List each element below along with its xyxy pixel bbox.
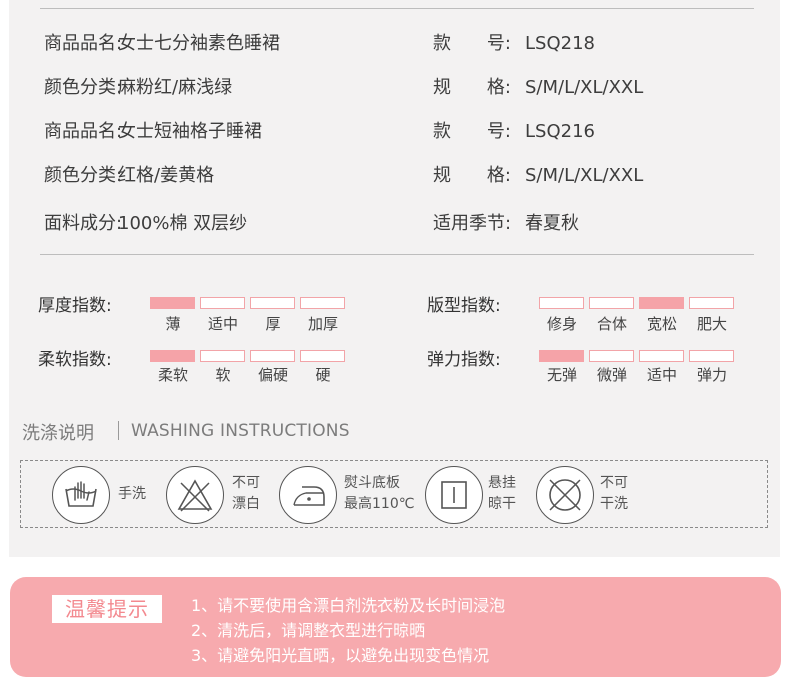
- no-bleach-icon: [166, 466, 224, 524]
- rating-bar: [250, 350, 295, 362]
- rating-option-label: 合体: [596, 315, 627, 333]
- rating-bar: [150, 297, 195, 309]
- spec-value: 100%棉 双层纱: [118, 213, 248, 234]
- wash-text-line-2: 干洗: [600, 496, 628, 512]
- top-divider: [40, 8, 754, 9]
- rating-bar: [200, 297, 245, 309]
- spec-key: 颜色分类:: [44, 165, 123, 186]
- wash-text: 悬挂 晾干: [488, 473, 516, 515]
- rating-option-label: 厚: [265, 315, 281, 333]
- spec-value: 女士七分袖素色睡裙: [118, 33, 280, 54]
- rating-bar: [539, 297, 584, 309]
- index-label: 厚度指数:: [38, 296, 112, 316]
- spec-value: S/M/L/XL/XXL: [525, 165, 644, 186]
- spec-row-4-right: 规 格: S/M/L/XL/XXL: [433, 165, 643, 187]
- spec-key-a: 款: [433, 33, 451, 54]
- spec-value: 红格/姜黄格: [118, 165, 215, 186]
- rating-bar: [539, 350, 584, 362]
- tip-line-3: 3、请避免阳光直晒，以避免出现变色情况: [191, 646, 490, 665]
- rating-option-label: 硬: [315, 366, 331, 384]
- spec-key: 商品品名:: [44, 33, 123, 54]
- washing-title-en: WASHING INSTRUCTIONS: [131, 421, 350, 441]
- spec-key-a: 款: [433, 121, 451, 142]
- spec-key-a: 规: [433, 165, 451, 186]
- wash-text: 手洗: [118, 486, 146, 502]
- spec-key: 面料成分:: [44, 213, 123, 234]
- spec-key: 颜色分类:: [44, 77, 123, 98]
- wash-text: 不可 干洗: [600, 473, 628, 515]
- wash-text-line-1: 悬挂: [488, 475, 516, 491]
- hand-wash-icon: [52, 466, 110, 524]
- spec-value: 女士短袖格子睡裙: [118, 121, 262, 142]
- tips-title: 温馨提示: [52, 595, 162, 623]
- spec-value: LSQ216: [525, 121, 595, 142]
- rating-option-label: 宽松: [646, 315, 677, 333]
- spec-value: 麻粉红/麻浅绿: [118, 77, 233, 98]
- wash-text-line-2: 漂白: [232, 496, 260, 512]
- spec-row-1-left: 商品品名:女士七分袖素色睡裙: [44, 33, 280, 55]
- no-dry-clean-icon: [536, 466, 594, 524]
- index-label: 版型指数:: [427, 296, 501, 316]
- rating-bar: [689, 297, 734, 309]
- rating-option-label: 修身: [546, 315, 577, 333]
- rating-option-label: 偏硬: [257, 366, 288, 384]
- spec-row-3-left: 商品品名:女士短袖格子睡裙: [44, 121, 262, 143]
- rating-option-label: 弹力: [696, 366, 727, 384]
- spec-row-2-left: 颜色分类:麻粉红/麻浅绿: [44, 77, 232, 99]
- hang-dry-icon: [425, 466, 483, 524]
- iron-icon: [279, 466, 337, 524]
- washing-title: 洗涤说明: [22, 423, 94, 444]
- rating-bar: [589, 297, 634, 309]
- tip-line-1: 1、请不要使用含漂白剂洗衣粉及长时间浸泡: [191, 596, 506, 615]
- rating-option-label: 微弹: [596, 366, 627, 384]
- wash-text-line-2: 最高110℃: [344, 496, 415, 512]
- wash-text-line-1: 不可: [232, 475, 260, 491]
- mid-divider: [40, 254, 754, 255]
- spec-key-b: 号:: [486, 33, 511, 54]
- rating-option-label: 适中: [207, 315, 238, 333]
- spec-key-a: 规: [433, 77, 451, 98]
- spec-row-3-right: 款 号: LSQ216: [433, 121, 595, 143]
- spec-key-b: 格:: [486, 165, 511, 186]
- spec-value: S/M/L/XL/XXL: [525, 77, 644, 98]
- spec-value: LSQ218: [525, 33, 595, 54]
- spec-key: 适用季节:: [433, 213, 512, 234]
- wash-text-line-2: 晾干: [488, 496, 516, 512]
- spec-row-1-right: 款 号: LSQ218: [433, 33, 595, 55]
- spec-key-b: 格:: [486, 77, 511, 98]
- rating-bar: [639, 297, 684, 309]
- spec-value: 春夏秋: [525, 213, 579, 234]
- wash-text: 不可 漂白: [232, 473, 260, 515]
- spec-row-5-left: 面料成分:100%棉 双层纱: [44, 213, 247, 235]
- rating-option-label: 肥大: [696, 315, 727, 333]
- tip-line-2: 2、清洗后，请调整衣型进行晾晒: [191, 621, 426, 640]
- spec-row-2-right: 规 格: S/M/L/XL/XXL: [433, 77, 643, 99]
- rating-option-label: 无弹: [546, 366, 577, 384]
- spec-key: 商品品名:: [44, 121, 123, 142]
- rating-option-label: 软: [215, 366, 231, 384]
- spec-row-4-left: 颜色分类:红格/姜黄格: [44, 165, 214, 187]
- rating-bar: [300, 297, 345, 309]
- wash-text-line-1: 不可: [600, 475, 628, 491]
- rating-option-label: 薄: [165, 315, 181, 333]
- rating-option-label: 加厚: [307, 315, 338, 333]
- rating-option-label: 适中: [646, 366, 677, 384]
- rating-bar: [300, 350, 345, 362]
- wash-text-line-1: 熨斗底板: [344, 475, 400, 491]
- rating-bar: [639, 350, 684, 362]
- rating-option-label: 柔软: [157, 366, 188, 384]
- index-label: 弹力指数:: [427, 350, 501, 370]
- rating-bar: [150, 350, 195, 362]
- rating-bar: [689, 350, 734, 362]
- rating-bar: [589, 350, 634, 362]
- rating-bar: [250, 297, 295, 309]
- title-separator: [118, 421, 119, 440]
- wash-text: 熨斗底板 最高110℃: [344, 473, 414, 515]
- rating-bar: [200, 350, 245, 362]
- spec-key-b: 号:: [486, 121, 511, 142]
- spec-row-5-right: 适用季节: 春夏秋: [433, 213, 579, 235]
- index-label: 柔软指数:: [38, 350, 112, 370]
